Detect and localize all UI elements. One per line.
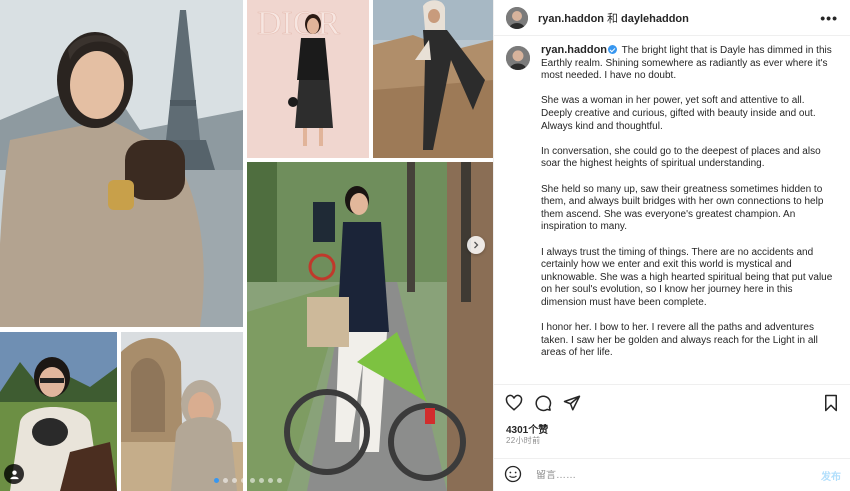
post-time-ago: 22小时前 — [506, 436, 541, 445]
carousel-dot — [250, 478, 255, 483]
comment-bar: 发布 — [494, 458, 850, 491]
post-comment-button[interactable]: 发布 — [821, 468, 841, 483]
caption-username[interactable]: ryan.haddon — [541, 44, 607, 56]
comment-icon — [535, 394, 552, 411]
carousel-dot — [214, 478, 219, 483]
likes-count[interactable]: 4301个赞 — [506, 421, 548, 436]
carousel-next-button[interactable] — [467, 236, 485, 254]
post-authors: ryan.haddon 和 daylehaddon — [538, 10, 689, 26]
photo-dior: DIOR — [247, 0, 369, 158]
smiley-icon — [504, 465, 522, 483]
photo-desert — [373, 0, 493, 158]
save-button[interactable] — [821, 393, 841, 413]
user-tag-icon — [9, 469, 19, 479]
carousel-indicator — [214, 478, 282, 483]
photo-sphinx — [121, 332, 243, 491]
photo-eiffel-portrait — [0, 0, 243, 327]
author-avatar[interactable] — [506, 6, 528, 29]
caption-paragraph: I always trust the timing of things. The… — [541, 246, 833, 308]
caption-fade — [494, 370, 850, 384]
carousel-dot — [277, 478, 282, 483]
comment-input[interactable] — [536, 469, 786, 481]
carousel-dot — [223, 478, 228, 483]
caption-paragraph: She was a woman in her power, yet soft a… — [541, 95, 816, 132]
emoji-button[interactable] — [504, 465, 524, 485]
collaborator-username[interactable]: daylehaddon — [621, 13, 689, 25]
user-tag-button[interactable] — [4, 464, 24, 484]
caption-paragraph: I honor her. I bow to her. I revere all … — [541, 322, 818, 359]
caption-author-avatar[interactable] — [506, 46, 530, 70]
caption-paragraph: She held so many up, saw their greatness… — [541, 183, 824, 233]
carousel-dot — [232, 478, 237, 483]
author-separator: 和 — [607, 12, 619, 25]
author-username[interactable]: ryan.haddon — [538, 13, 604, 25]
heart-icon — [505, 394, 523, 411]
carousel-dot — [259, 478, 264, 483]
caption-paragraph: In conversation, she could go to the dee… — [541, 145, 821, 170]
paper-plane-icon — [563, 395, 581, 410]
carousel-dot — [241, 478, 246, 483]
photo-bike-ride — [247, 162, 493, 491]
action-bar — [494, 384, 850, 420]
more-options-button[interactable]: ••• — [820, 10, 838, 26]
carousel-dot — [268, 478, 273, 483]
caption-area[interactable]: ryan.haddon The bright light that is Day… — [494, 44, 850, 384]
like-button[interactable] — [504, 393, 524, 413]
post-details-panel: ryan.haddon 和 daylehaddon ••• ryan.haddon … — [493, 0, 850, 491]
bookmark-icon — [825, 394, 837, 411]
chevron-right-icon — [474, 241, 479, 249]
caption-text: ryan.haddon The bright light that is Day… — [541, 44, 835, 372]
verified-badge-icon — [608, 45, 618, 54]
comment-button[interactable] — [533, 393, 553, 413]
post-media[interactable]: DIOR — [0, 0, 493, 491]
share-button[interactable] — [562, 393, 582, 413]
dior-sign-text: DIOR — [257, 5, 340, 42]
post-header: ryan.haddon 和 daylehaddon ••• — [494, 0, 850, 36]
